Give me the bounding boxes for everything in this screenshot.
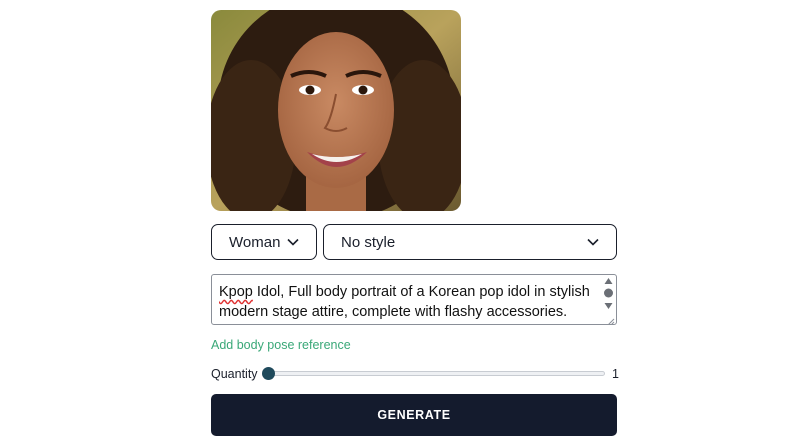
prompt-textarea[interactable]: Kpop Idol, Full body portrait of a Korea… — [211, 274, 617, 325]
quantity-slider-thumb[interactable] — [262, 367, 275, 380]
misspelled-word: Kpop — [219, 284, 253, 300]
style-select-value: No style — [341, 233, 396, 251]
style-select[interactable]: No style — [323, 224, 617, 260]
generate-button[interactable]: GENERATE — [211, 394, 617, 436]
prompt-text-rest: Idol, Full body portrait of a Korean pop… — [219, 284, 590, 320]
chevron-down-icon — [286, 235, 300, 249]
gender-select[interactable]: Woman — [211, 224, 317, 260]
quantity-label: Quantity — [211, 367, 258, 381]
chevron-down-icon — [586, 235, 600, 249]
quantity-slider-track[interactable] — [268, 371, 605, 376]
resize-handle-icon[interactable] — [605, 313, 615, 324]
portrait-illustration — [211, 10, 461, 211]
portrait-image — [211, 10, 461, 211]
quantity-value: 1 — [612, 367, 619, 381]
add-body-pose-link[interactable]: Add body pose reference — [211, 338, 351, 352]
prompt-text: Kpop Idol, Full body portrait of a Korea… — [219, 282, 599, 322]
gender-select-value: Woman — [229, 233, 281, 251]
